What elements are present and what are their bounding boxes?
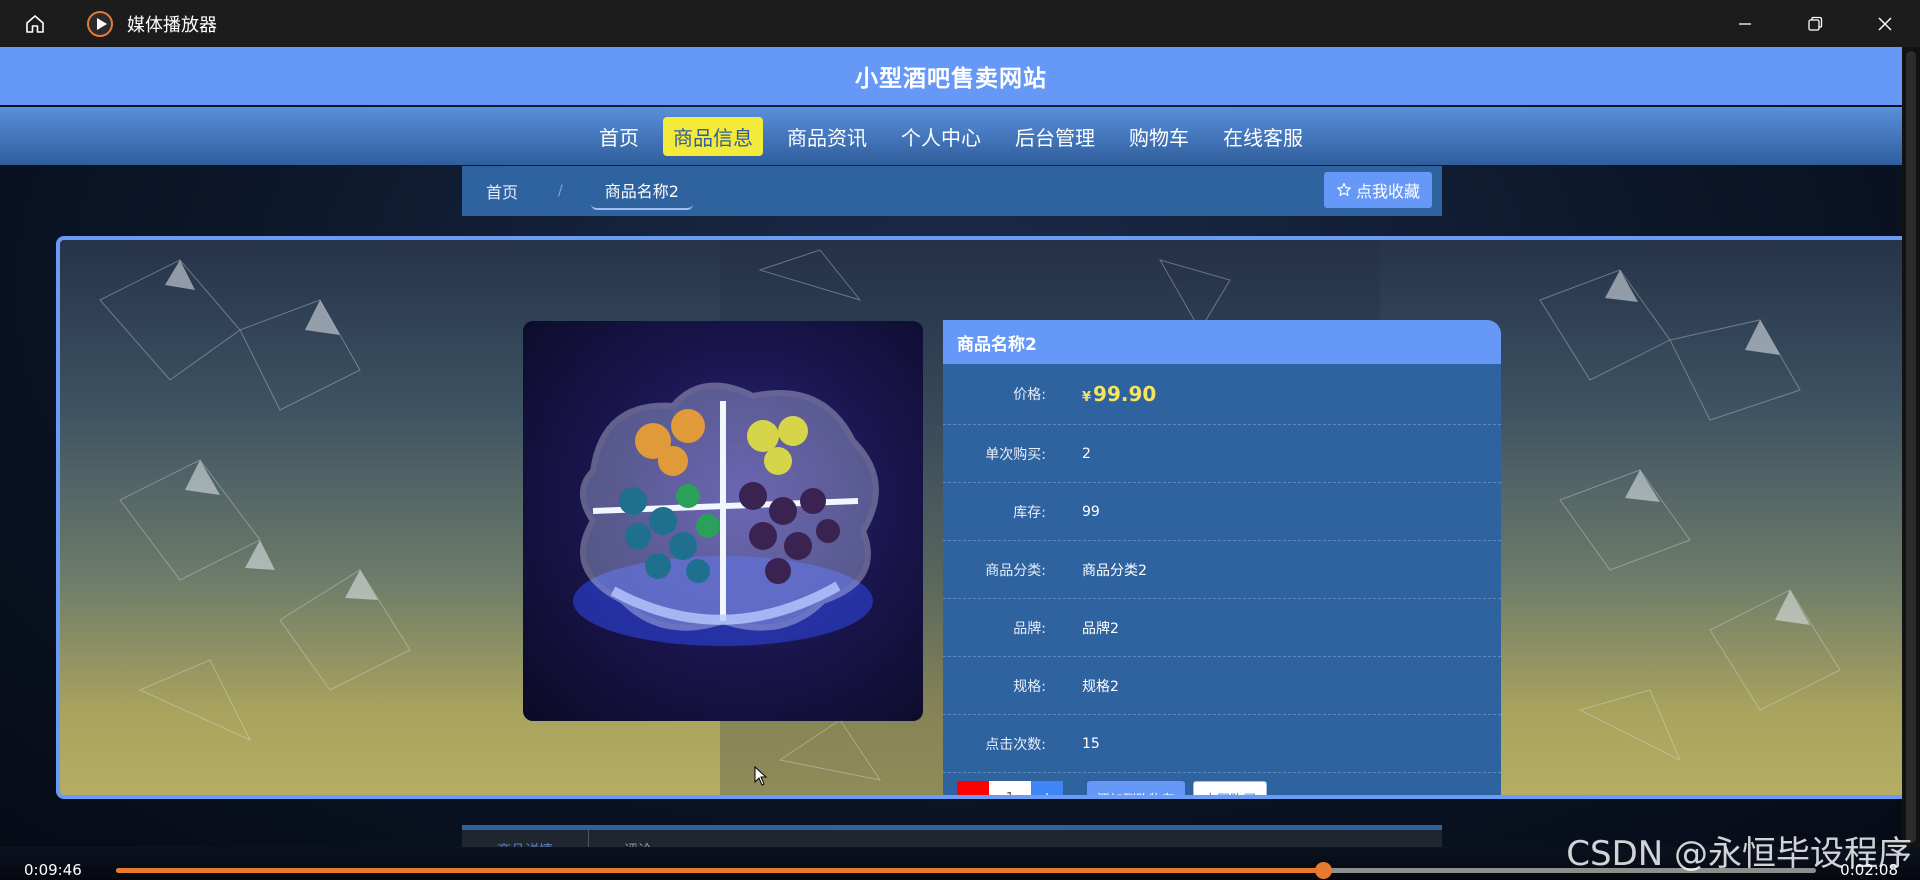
watermark-text: CSDN @永恒毕设程序	[1566, 834, 1912, 874]
restore-button[interactable]	[1780, 0, 1850, 47]
field-label: 点击次数:	[985, 736, 1046, 753]
field-value: 商品分类2	[1082, 562, 1147, 579]
field-value: 99	[1082, 503, 1100, 520]
detail-tabs: 商品详情 评论	[462, 825, 1442, 847]
price-value: ¥99.90	[1082, 382, 1156, 406]
close-icon	[1878, 17, 1892, 30]
price-row: 价格: ¥99.90	[943, 364, 1501, 425]
field-label: 单次购买:	[985, 446, 1046, 463]
field-value: 规格2	[1082, 678, 1119, 695]
scrollbar-thumb[interactable]	[1906, 51, 1916, 843]
app-title: 媒体播放器	[127, 14, 217, 36]
close-button[interactable]	[1850, 0, 1920, 47]
product-name: 商品名称2	[943, 320, 1501, 364]
product-info-card: 商品名称2 价格: ¥99.90 单次购买: 2 库存: 99 商品分类: 商品…	[943, 320, 1501, 795]
favorite-label: 点我收藏	[1355, 182, 1420, 201]
nav-item-products[interactable]: 商品信息	[663, 116, 763, 156]
field-row-clicks: 点击次数: 15	[943, 715, 1501, 773]
seek-bar[interactable]	[116, 862, 1816, 879]
add-to-cart-button[interactable]: 添加到购物车	[1087, 781, 1186, 795]
field-value: 15	[1082, 735, 1100, 752]
field-row-stock: 库存: 99	[943, 483, 1501, 541]
nav-item-admin[interactable]: 后台管理	[1005, 117, 1105, 156]
mouse-cursor-icon	[754, 766, 768, 786]
nav-item-profile[interactable]: 个人中心	[891, 117, 991, 156]
page-scrollbar[interactable]	[1902, 47, 1920, 847]
site-title: 小型酒吧售卖网站	[0, 47, 1902, 105]
nav-item-news[interactable]: 商品资讯	[777, 117, 877, 156]
website-viewport: 小型酒吧售卖网站 首页 商品信息 商品资讯 个人中心 后台管理 购物车 在线客服…	[0, 47, 1902, 847]
home-button[interactable]	[0, 0, 70, 47]
restore-icon	[1808, 16, 1823, 31]
player-titlebar: 媒体播放器	[0, 0, 1920, 47]
current-time: 0:09:46	[24, 861, 82, 879]
minimize-icon	[1739, 22, 1751, 25]
nav-item-home[interactable]: 首页	[589, 117, 649, 156]
field-row-category: 商品分类: 商品分类2	[943, 541, 1501, 599]
home-icon	[26, 14, 44, 33]
price-amount: 99.90	[1093, 382, 1157, 406]
quantity-increase-button[interactable]: +	[1031, 781, 1063, 795]
quantity-input[interactable]: 1	[989, 781, 1031, 795]
seek-bar-progress	[116, 868, 1323, 873]
price-label: 价格:	[1013, 387, 1046, 403]
field-row-per-purchase: 单次购买: 2	[943, 425, 1501, 483]
field-row-spec: 规格: 规格2	[943, 657, 1501, 715]
field-label: 商品分类:	[985, 562, 1046, 579]
main-nav: 首页 商品信息 商品资讯 个人中心 后台管理 购物车 在线客服	[0, 107, 1902, 165]
field-label: 品牌:	[1013, 620, 1046, 637]
product-image	[523, 321, 923, 721]
star-icon	[1337, 182, 1351, 196]
field-value: 品牌2	[1082, 620, 1119, 637]
tab-product-details[interactable]: 商品详情	[462, 830, 589, 847]
quantity-decrease-button[interactable]: -	[957, 781, 989, 795]
field-label: 库存:	[1013, 504, 1046, 521]
purchase-actions: - 1 + 添加到购物车 立即购买	[943, 773, 1501, 795]
field-row-brand: 品牌: 品牌2	[943, 599, 1501, 657]
field-label: 规格:	[1013, 678, 1046, 695]
tab-comments[interactable]: 评论	[589, 830, 687, 847]
product-panel: 商品名称2 价格: ¥99.90 单次购买: 2 库存: 99 商品分类: 商品…	[56, 236, 1902, 799]
nav-item-support[interactable]: 在线客服	[1213, 117, 1313, 156]
breadcrumb-home-link[interactable]: 首页	[486, 179, 518, 203]
buy-now-button[interactable]: 立即购买	[1193, 781, 1268, 795]
breadcrumb-separator: /	[558, 183, 563, 199]
breadcrumb-current: 商品名称2	[590, 172, 693, 210]
fruit-platter-illustration	[573, 382, 879, 646]
currency-symbol: ¥	[1082, 390, 1092, 405]
media-player-logo-icon	[87, 10, 113, 37]
favorite-button[interactable]: 点我收藏	[1323, 172, 1432, 208]
nav-item-cart[interactable]: 购物车	[1119, 117, 1199, 156]
breadcrumb: 首页 / 商品名称2 点我收藏	[462, 166, 1442, 216]
field-value: 2	[1082, 445, 1091, 462]
minimize-button[interactable]	[1710, 0, 1780, 47]
seek-bar-thumb[interactable]	[1315, 862, 1332, 879]
